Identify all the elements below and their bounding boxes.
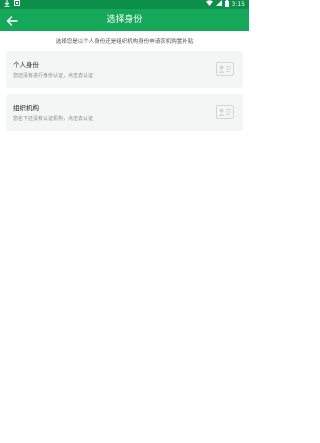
- wifi-icon: [205, 0, 213, 9]
- page-title: 选择身份: [106, 15, 143, 25]
- status-bar: 3:15: [0, 0, 249, 9]
- card-title: 个人身份: [13, 61, 39, 69]
- status-right: 3:15: [205, 0, 245, 9]
- organization-identity-card[interactable]: 组织机构 您名下还没有认证机构，点击去认证: [6, 94, 243, 131]
- status-time: 3:15: [231, 1, 245, 8]
- notification-icon: [14, 0, 20, 9]
- app-bar: 选择身份: [0, 9, 249, 31]
- id-card-icon: [216, 104, 234, 119]
- hint-text: 选择您是以个人身份还是组织机构身份申请农机购置补贴: [55, 39, 194, 45]
- back-button[interactable]: [4, 12, 20, 28]
- back-arrow-icon: [6, 11, 18, 30]
- personal-identity-card[interactable]: 个人身份 您还没有进行身份认证，点击去认证: [6, 51, 243, 88]
- card-subtitle: 您名下还没有认证机构，点击去认证: [13, 116, 94, 122]
- status-left: [4, 0, 20, 9]
- id-card-icon: [216, 61, 234, 76]
- card-subtitle: 您还没有进行身份认证，点击去认证: [13, 73, 94, 79]
- signal-icon: [215, 0, 222, 9]
- card-title: 组织机构: [13, 104, 39, 112]
